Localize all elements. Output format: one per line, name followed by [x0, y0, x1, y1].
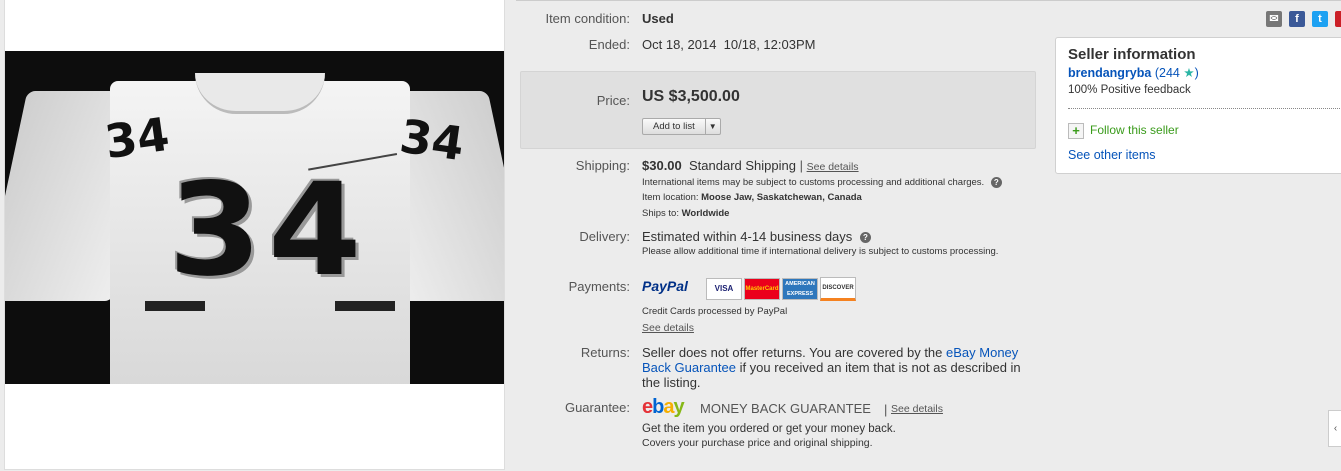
ships-to-label: Ships to: — [642, 208, 679, 219]
seller-divider — [1068, 108, 1341, 109]
cards-note: Credit Cards processed by PayPal — [642, 306, 788, 317]
price-box — [520, 71, 1036, 149]
card-logos: VISA MasterCardAMERICAN EXPRESSDISCOVER — [706, 277, 858, 301]
sleeve-number-right: 34 — [396, 108, 468, 172]
feedback-close: ) — [1194, 66, 1199, 80]
price-label: Price: — [596, 93, 630, 108]
seller-name-row: brendangryba (244 ★) — [1068, 65, 1199, 80]
top-divider — [516, 0, 1341, 1]
shipping-see-details-link[interactable]: See details — [807, 161, 859, 173]
jersey-number: 34 — [168, 156, 368, 305]
shipping-line: $30.00 Standard Shipping | See details — [642, 158, 859, 173]
visa-logo: VISA — [706, 278, 742, 300]
follow-seller-button[interactable]: + Follow this seller — [1068, 123, 1179, 139]
payments-see-details-link[interactable]: See details — [642, 322, 694, 334]
add-to-list-label: Add to list — [643, 119, 706, 134]
payments-label: Payments: — [568, 279, 630, 294]
returns-label: Returns: — [580, 345, 630, 360]
delivery-label: Delivery: — [579, 229, 630, 244]
star-icon: ★ — [1183, 66, 1195, 80]
delivery-row: Estimated within 4-14 business days ? — [642, 229, 871, 244]
sleeve-stripe-left — [145, 301, 205, 311]
delivery-value: Estimated within 4-14 business days — [642, 229, 853, 244]
amex-logo: AMERICAN EXPRESS — [782, 278, 818, 300]
seller-info-title: Seller information — [1068, 46, 1196, 63]
guarantee-title: MONEY BACK GUARANTEE — [700, 401, 871, 416]
item-location-row: Item location: Moose Jaw, Saskatchewan, … — [642, 192, 862, 203]
seller-username-link[interactable]: brendangryba — [1068, 66, 1151, 80]
item-photo[interactable]: 34 34 34 — [5, 51, 504, 384]
ships-to-row: Ships to: Worldwide — [642, 208, 729, 219]
jersey-collar — [195, 73, 325, 114]
see-other-items-link[interactable]: See other items — [1068, 148, 1156, 162]
feedback-side-tab[interactable]: ‹ — [1328, 410, 1341, 447]
guarantee-see-details-link[interactable]: See details — [891, 403, 943, 415]
follow-seller-label: Follow this seller — [1090, 123, 1179, 138]
feedback-score-link[interactable]: (244 ★) — [1155, 66, 1199, 80]
guarantee-label: Guarantee: — [564, 400, 630, 415]
follow-plus-icon: + — [1068, 123, 1084, 139]
feedback-score: (244 — [1154, 66, 1180, 80]
guarantee-divider: | — [884, 402, 888, 417]
add-to-list-button[interactable]: Add to list ▼ — [642, 118, 721, 135]
condition-label: Item condition: — [545, 11, 630, 26]
mastercard-logo: MasterCard — [744, 278, 780, 300]
ebay-logo: ebay — [642, 396, 685, 418]
ended-label: Ended: — [588, 37, 630, 52]
guarantee-line2: Covers your purchase price and original … — [642, 437, 873, 449]
chevron-down-icon[interactable]: ▼ — [706, 122, 720, 131]
returns-text-1: Seller does not offer returns. You are c… — [642, 345, 947, 360]
image-panel: 34 34 34 — [4, 0, 505, 470]
seller-info-box: Seller information brendangryba (244 ★) … — [1055, 37, 1341, 174]
returns-text: Seller does not offer returns. You are c… — [642, 345, 1027, 390]
facebook-icon[interactable]: f — [1289, 11, 1305, 27]
shipping-intl-note: International items may be subject to cu… — [642, 177, 985, 189]
sleeve-stripe-right — [335, 301, 395, 311]
delivery-note: Please allow additional time if internat… — [642, 246, 999, 257]
item-location-label: Item location: — [642, 192, 699, 203]
guarantee-line1: Get the item you ordered or get your mon… — [642, 423, 896, 435]
shipping-label: Shipping: — [575, 158, 630, 173]
help-icon[interactable]: ? — [990, 177, 1002, 188]
shipping-intl-note-row: International items may be subject to cu… — [642, 177, 1002, 188]
shipping-cost: $30.00 — [642, 158, 682, 173]
twitter-icon[interactable]: t — [1312, 11, 1328, 27]
paypal-logo: PayPal — [642, 278, 688, 294]
sleeve-number-left: 34 — [101, 106, 173, 170]
price-value: US $3,500.00 — [642, 88, 740, 105]
pinterest-icon[interactable] — [1335, 11, 1341, 27]
discover-logo: DISCOVER — [820, 277, 856, 301]
condition-value: Used — [642, 11, 674, 26]
item-location-value: Moose Jaw, Saskatchewan, Canada — [701, 192, 862, 203]
ended-value: Oct 18, 2014 10/18, 12:03PM — [642, 37, 816, 52]
ships-to-value: Worldwide — [681, 208, 730, 219]
shipping-method: Standard Shipping — [689, 158, 796, 173]
positive-feedback: 100% Positive feedback — [1068, 84, 1191, 96]
email-icon[interactable]: ✉ — [1266, 11, 1282, 27]
help-icon[interactable]: ? — [859, 232, 871, 244]
